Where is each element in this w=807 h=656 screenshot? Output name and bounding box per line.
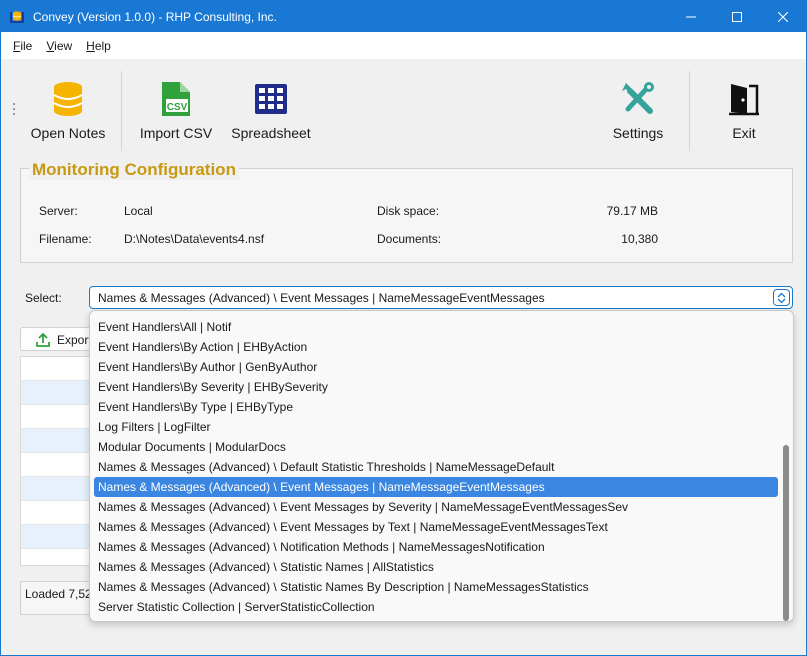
toolbar-separator	[689, 71, 690, 151]
open-notes-label: Open Notes	[30, 125, 106, 141]
app-database-icon	[9, 9, 25, 25]
disk-space-label: Disk space:	[377, 204, 440, 218]
dropdown-item[interactable]: Event Handlers\By Type | EHByType	[94, 397, 778, 417]
filename-value: D:\Notes\Data\events4.nsf	[124, 232, 265, 246]
status-bar: Loaded 7,52	[20, 581, 100, 615]
chevron-up-down-icon	[777, 292, 786, 303]
csv-badge-text: CSV	[167, 102, 188, 113]
menu-help[interactable]: Help	[79, 39, 118, 53]
menu-help-rest: elp	[94, 38, 111, 53]
settings-button[interactable]: Settings	[607, 59, 669, 149]
view-select-value: Names & Messages (Advanced) \ Event Mess…	[98, 291, 545, 305]
import-csv-label: Import CSV	[139, 125, 213, 141]
disk-space-value: 79.17 MB	[606, 204, 658, 218]
settings-label: Settings	[612, 125, 664, 141]
monitoring-config-title: Monitoring Configuration	[29, 160, 239, 180]
export-upload-icon	[36, 332, 50, 347]
menu-file[interactable]: File	[6, 39, 39, 53]
data-grid[interactable]	[20, 356, 100, 566]
grid-row[interactable]	[21, 525, 99, 549]
menu-bar: File View Help	[1, 32, 806, 59]
grid-row[interactable]	[21, 501, 99, 525]
import-csv-button[interactable]: CSV Import CSV	[137, 59, 215, 149]
window-controls	[668, 1, 806, 32]
dropdown-item[interactable]: Names & Messages (Advanced) \ Notificati…	[94, 537, 778, 557]
export-label: Export	[57, 333, 92, 347]
menu-view-rest: iew	[54, 38, 73, 53]
documents-label: Documents:	[377, 232, 442, 246]
grid-row[interactable]	[21, 381, 99, 405]
spreadsheet-icon	[251, 79, 291, 119]
minimize-button[interactable]	[668, 1, 714, 32]
dropdown-item[interactable]: Event Handlers\By Action | EHByAction	[94, 337, 778, 357]
dropdown-item[interactable]: Modular Documents | ModularDocs	[94, 437, 778, 457]
view-select-combobox[interactable]: Names & Messages (Advanced) \ Event Mess…	[89, 286, 793, 309]
menu-view-accel: V	[46, 38, 55, 53]
grid-row[interactable]	[21, 477, 99, 501]
grid-row[interactable]	[21, 453, 99, 477]
status-text: Loaded 7,52	[25, 587, 92, 601]
dropdown-item-selected[interactable]: Names & Messages (Advanced) \ Event Mess…	[94, 477, 778, 497]
menu-file-rest: ile	[20, 38, 33, 53]
select-label: Select:	[25, 291, 62, 305]
documents-value: 10,380	[621, 232, 658, 246]
menu-help-accel: H	[86, 38, 95, 53]
csv-file-icon: CSV	[156, 79, 196, 119]
title-bar[interactable]: Convey (Version 1.0.0) - RHP Consulting,…	[1, 1, 806, 32]
grid-row[interactable]	[21, 429, 99, 453]
dropdown-item[interactable]: Server Statistic Collection | ServerStat…	[94, 597, 778, 617]
minimize-icon	[686, 16, 696, 17]
export-button[interactable]: Export	[20, 327, 100, 351]
server-label: Server:	[39, 204, 78, 218]
spreadsheet-label: Spreadsheet	[231, 125, 311, 141]
window-title: Convey (Version 1.0.0) - RHP Consulting,…	[33, 9, 277, 24]
toolbar-separator	[121, 71, 122, 151]
dropdown-item[interactable]: Names & Messages (Advanced) \ Default St…	[94, 457, 778, 477]
database-icon	[48, 79, 88, 119]
close-button[interactable]	[760, 1, 806, 32]
maximize-icon	[732, 11, 742, 22]
dropdown-item[interactable]: Event Handlers\By Author | GenByAuthor	[94, 357, 778, 377]
filename-label: Filename:	[39, 232, 92, 246]
dropdown-scrollbar-thumb[interactable]	[783, 445, 789, 621]
view-select-dropdown-list[interactable]: Event Handlers\All | Notif Event Handler…	[89, 310, 794, 622]
dropdown-item[interactable]: Event Handlers\By Severity | EHBySeverit…	[94, 377, 778, 397]
dropdown-item[interactable]: Names & Messages (Advanced) \ Statistic …	[94, 557, 778, 577]
toolbar: Open Notes CSV Import CSV Spreadsheet Se…	[1, 59, 806, 157]
dropdown-item[interactable]: Names & Messages (Advanced) \ Event Mess…	[94, 497, 778, 517]
settings-tools-icon	[618, 79, 658, 119]
dropdown-item[interactable]: Event Handlers\All | Notif	[94, 317, 778, 337]
open-notes-button[interactable]: Open Notes	[29, 59, 107, 149]
menu-view[interactable]: View	[39, 39, 79, 53]
spreadsheet-button[interactable]: Spreadsheet	[231, 59, 311, 149]
exit-door-icon	[724, 79, 764, 119]
maximize-button[interactable]	[714, 1, 760, 32]
grid-row[interactable]	[21, 357, 99, 381]
dropdown-item[interactable]: Log Filters | LogFilter	[94, 417, 778, 437]
exit-label: Exit	[732, 125, 756, 141]
exit-button[interactable]: Exit	[717, 59, 771, 149]
server-value: Local	[124, 204, 153, 218]
toolbar-grip[interactable]	[13, 103, 16, 117]
combo-toggle-button[interactable]	[773, 289, 790, 306]
dropdown-item[interactable]: Names & Messages (Advanced) \ Statistic …	[94, 577, 778, 597]
grid-row[interactable]	[21, 405, 99, 429]
close-icon	[778, 11, 788, 22]
app-window: Convey (Version 1.0.0) - RHP Consulting,…	[0, 0, 807, 656]
dropdown-item[interactable]: Names & Messages (Advanced) \ Event Mess…	[94, 517, 778, 537]
monitoring-config-group: Monitoring Configuration Server: Local F…	[20, 160, 793, 263]
